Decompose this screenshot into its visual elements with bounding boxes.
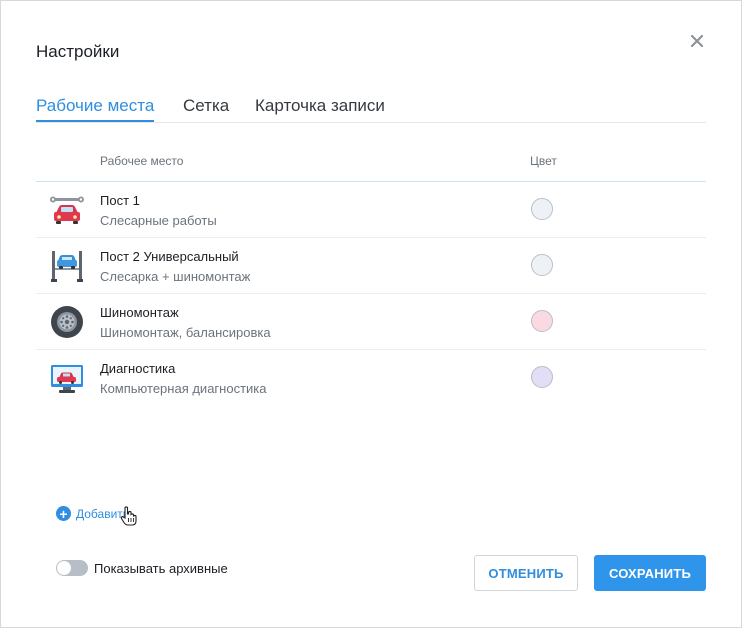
color-swatch[interactable] [531, 366, 553, 388]
workplace-name: Пост 1 [100, 193, 140, 208]
workplace-description: Компьютерная диагностика [100, 381, 267, 396]
table-row[interactable]: Диагностика Компьютерная диагностика [36, 350, 706, 405]
save-button[interactable]: СОХРАНИТЬ [594, 555, 706, 591]
column-header-workplace: Рабочее место [100, 154, 184, 168]
tire-icon [51, 306, 83, 338]
table-row[interactable]: Пост 2 Универсальный Слесарка + шиномонт… [36, 238, 706, 294]
color-swatch[interactable] [531, 310, 553, 332]
close-button[interactable] [685, 29, 709, 53]
table-header: Рабочее место Цвет [36, 147, 706, 182]
table-row[interactable]: Шиномонтаж Шиномонтаж, балансировка [36, 294, 706, 350]
plus-circle-icon: + [56, 506, 71, 521]
tab-bar: Рабочие места Сетка Карточка записи [36, 96, 706, 123]
tab-record-card[interactable]: Карточка записи [255, 96, 385, 120]
workplace-name: Пост 2 Универсальный [100, 249, 239, 264]
workplace-description: Слесарные работы [100, 213, 217, 228]
workplace-name: Шиномонтаж [100, 305, 179, 320]
table-row[interactable]: Пост 1 Слесарные работы [36, 182, 706, 238]
dialog-title: Настройки [36, 42, 120, 61]
close-icon [691, 35, 703, 47]
hand-pointer-cursor-icon [120, 506, 137, 526]
cancel-button[interactable]: ОТМЕНИТЬ [474, 555, 578, 591]
color-swatch[interactable] [531, 254, 553, 276]
car-repair-icon [50, 196, 84, 224]
tab-grid[interactable]: Сетка [183, 96, 229, 120]
column-header-color: Цвет [530, 154, 557, 168]
computer-diagnostics-icon [51, 365, 83, 393]
toggle-knob [57, 561, 71, 575]
workplace-list: Пост 1 Слесарные работы Пост 2 Универсал… [36, 182, 706, 405]
settings-dialog: Настройки Рабочие места Сетка Карточка з… [0, 0, 742, 628]
tab-workplaces[interactable]: Рабочие места [36, 96, 155, 122]
show-archived-label: Показывать архивные [94, 560, 228, 576]
show-archived-toggle[interactable] [56, 560, 88, 576]
archive-toggle-row: Показывать архивные [56, 560, 228, 576]
add-workplace-link[interactable]: + Добавить [56, 506, 129, 521]
car-lift-icon [51, 251, 83, 282]
workplace-description: Шиномонтаж, балансировка [100, 325, 271, 340]
color-swatch[interactable] [531, 198, 553, 220]
workplace-name: Диагностика [100, 361, 176, 376]
workplace-description: Слесарка + шиномонтаж [100, 269, 251, 284]
